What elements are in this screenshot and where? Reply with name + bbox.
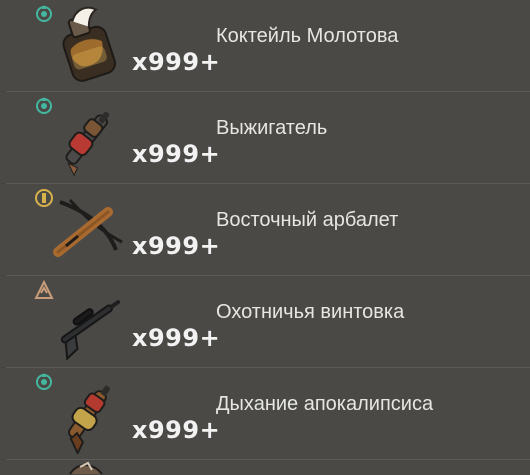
list-item[interactable]: x999+ Коктейль Молотова [0,0,530,93]
item-list: x999+ Коктейль Молотова x999+ Выжигатель [0,0,530,475]
item-quantity: x999+ [132,416,221,444]
item-quantity: x999+ [132,324,221,352]
list-item[interactable]: x999+ Выжигатель [0,92,530,185]
item-name: Восточный арбалет [216,209,399,231]
apocalypse-gun-icon [67,385,110,454]
item-name: Коктейль Молотова [216,25,399,47]
molotov-cocktail-icon [62,6,116,82]
flamethrower-icon [65,111,110,177]
item-quantity: x999+ [132,232,221,260]
list-item[interactable]: x999+ Восточный арбалет [0,184,530,277]
crossbow-icon [53,198,123,257]
item-quantity: x999+ [132,140,221,168]
item-name: Дыхание апокалипсиса [216,393,434,415]
hunting-rifle-icon [60,300,121,361]
list-item[interactable]: x999+ Охотничья винтовка [0,276,530,369]
list-item[interactable] [0,460,530,475]
item-name: Выжигатель [216,117,328,139]
list-item[interactable]: x999+ Дыхание апокалипсиса [0,368,530,461]
item-quantity: x999+ [132,48,221,76]
partial-item-icon [69,461,103,475]
item-name: Охотничья винтовка [216,301,405,323]
